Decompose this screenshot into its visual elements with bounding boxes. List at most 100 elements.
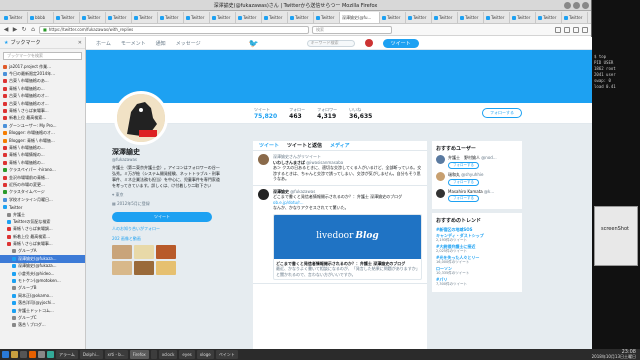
- media-thumb[interactable]: [156, 261, 176, 275]
- suggested-user[interactable]: Masahiro Kamata @k... フォローする: [436, 189, 518, 202]
- bookmark-item[interactable]: グーンユーザー: My Pro...: [0, 122, 85, 129]
- back-icon[interactable]: ◀: [3, 26, 9, 33]
- small-window[interactable]: [594, 206, 638, 266]
- browser-tab[interactable]: Twitter: [432, 12, 458, 23]
- bookmark-item[interactable]: 弁護士ドットコム...: [0, 307, 85, 314]
- firefox-window[interactable]: 深澤諭史(@fukazawas)さん | Twitterから送信せらつー Moz…: [0, 0, 592, 349]
- library-icon[interactable]: [555, 26, 561, 33]
- followers-you-know-link[interactable]: 人のお知り合いがフォロー: [112, 226, 222, 232]
- taskbar-item[interactable]: xclock: [158, 350, 178, 359]
- twitter-search-input[interactable]: キーワード検索: [306, 39, 355, 47]
- browser-tab[interactable]: Twitter: [406, 12, 432, 23]
- trend-item[interactable]: #大統領弁護士に接近 2,025件のツイート: [436, 244, 518, 254]
- taskbar-item[interactable]: xloge: [196, 350, 214, 359]
- profile-stat[interactable]: フォロー 463: [289, 107, 305, 120]
- nav-notifications[interactable]: 通知: [156, 40, 166, 47]
- follow-user-button[interactable]: フォローする: [448, 179, 479, 186]
- bookmark-item[interactable]: 青帳 \ さらば来場調...: [0, 226, 85, 233]
- forward-icon[interactable]: ▶: [12, 26, 18, 33]
- bookmark-item[interactable]: Twitterの気配な検索: [0, 218, 85, 225]
- browser-search-input[interactable]: 検索: [312, 25, 392, 34]
- browser-tab[interactable]: Twitter: [158, 12, 184, 23]
- menu-icon[interactable]: [582, 26, 588, 33]
- follow-user-button[interactable]: フォローする: [448, 195, 479, 202]
- taskbar-item[interactable]: アラーム: [56, 350, 78, 359]
- bookmark-item[interactable]: 新着上位 最高検索...: [0, 115, 85, 122]
- bookmark-item[interactable]: グループC: [0, 314, 85, 321]
- profile-stat[interactable]: いいね 36,635: [349, 107, 372, 120]
- tweet[interactable]: 深澤諭史さんがリツイート いわしさんまさば @iwasisanmasaba あ＞…: [253, 151, 427, 186]
- close-button[interactable]: [582, 2, 589, 9]
- mail-icon[interactable]: [47, 351, 54, 358]
- user-avatar[interactable]: [436, 189, 445, 198]
- browser-tab[interactable]: Twitter: [484, 12, 510, 23]
- media-thumb[interactable]: [134, 245, 154, 259]
- bookmark-item[interactable]: 今日の最新限定2014年...: [0, 70, 85, 77]
- tweet-avatar[interactable]: [258, 154, 269, 165]
- sidebar-icon[interactable]: [564, 26, 570, 33]
- browser-tab[interactable]: Twitter: [210, 12, 236, 23]
- bookmark-item[interactable]: 古東 \ 市場価格のオ...: [0, 93, 85, 100]
- bookmark-item[interactable]: モトケン(@motoken...: [0, 277, 85, 284]
- reload-icon[interactable]: ↻: [21, 26, 27, 33]
- active-browser-tab[interactable]: 深澤諭史(@fu...: [340, 12, 380, 23]
- trend-item[interactable]: ローソン 10,335件のツイート: [436, 266, 518, 276]
- bookmark-item[interactable]: 近所の市場の変更...: [0, 181, 85, 188]
- bookmark-item[interactable]: 青帳 \ 市場情報の...: [0, 152, 85, 159]
- profile-handle[interactable]: @fukazawas: [112, 157, 222, 162]
- browser-tab[interactable]: Twitter: [106, 12, 132, 23]
- bookmark-item[interactable]: 小倉秀夫(@hideo...: [0, 270, 85, 277]
- media-thumb[interactable]: [112, 261, 132, 275]
- bookmark-item[interactable]: 学校オンライン月曜日...: [0, 196, 85, 203]
- profile-stat[interactable]: フォロワー 4,319: [317, 107, 337, 120]
- tweet[interactable]: 深澤諭史 @fukazawas どこまで書くと発信者情報開示されるのか？：弁護士…: [253, 186, 427, 284]
- tweet-button[interactable]: ツイート: [382, 38, 419, 48]
- twitter-bird-icon[interactable]: 🐦: [249, 39, 259, 48]
- settings-icon[interactable]: [38, 351, 45, 358]
- bookmark-item[interactable]: 青帳 \ 市場価格の...: [0, 144, 85, 151]
- terminal-window[interactable]: $ top PID USER 1862 root 2041 user swap:…: [592, 0, 640, 349]
- home-icon[interactable]: ⌂: [30, 26, 36, 33]
- download-icon[interactable]: [573, 26, 579, 33]
- browser-tab[interactable]: Twitter: [132, 12, 158, 23]
- browser-tab[interactable]: Twitter: [54, 12, 80, 23]
- url-bar[interactable]: ■ https://twitter.com/fukazawas/with_repl…: [39, 25, 309, 34]
- trend-item[interactable]: #新宿区の地域SOS: [436, 227, 518, 232]
- nav-home[interactable]: ホーム: [96, 40, 111, 47]
- sidebar-header[interactable]: ★ ブックマーク ✕: [0, 37, 85, 49]
- bookmark-item[interactable]: Blogger: 青帳 \ 市場価...: [0, 137, 85, 144]
- trend-item[interactable]: キャンディ・ダストシップ 2,193件のツイート: [436, 233, 518, 243]
- follow-button[interactable]: フォローする: [482, 108, 522, 118]
- media-link[interactable]: 202 画像と動画: [112, 236, 222, 242]
- tab-tweets[interactable]: ツイート: [259, 142, 279, 149]
- close-icon[interactable]: ✕: [78, 40, 82, 46]
- bookmark-item[interactable]: Blogger: 市場価格のオ...: [0, 130, 85, 137]
- minimize-button[interactable]: [564, 2, 571, 9]
- suggested-user[interactable]: 弁護士 野村諭人 @nod... フォローする: [436, 155, 518, 169]
- bookmark-item[interactable]: 深澤諭史(@fukaza...: [0, 263, 85, 270]
- bookmark-item[interactable]: 落合洋司(@yjochi...: [0, 300, 85, 307]
- bookmark-item[interactable]: 青帳 \ さらば来場事...: [0, 107, 85, 114]
- clock[interactable]: 23:08 2018年10月13日土曜日: [592, 350, 636, 359]
- media-thumb[interactable]: [156, 245, 176, 259]
- browser-tab[interactable]: Twitter: [236, 12, 262, 23]
- bookmark-item[interactable]: 落合 \ ブログ...: [0, 322, 85, 329]
- bookmark-item[interactable]: 深澤諭史(@fukaza...: [0, 255, 85, 263]
- taskbar-item[interactable]: Firefox: [129, 350, 149, 359]
- browser-icon[interactable]: [29, 351, 36, 358]
- link-card[interactable]: livedoor Blog どこまで書くと発信者情報開示されるのか？：弁護士 深澤…: [273, 213, 422, 280]
- browser-tab[interactable]: Twitter: [314, 12, 340, 23]
- tweet-avatar[interactable]: [258, 188, 269, 200]
- bookmark-item[interactable]: 金沢市場場前の青帳...: [0, 174, 85, 181]
- profile-name[interactable]: 深澤諭史: [112, 147, 222, 157]
- browser-tab[interactable]: Twitter: [288, 12, 314, 23]
- taskbar-item[interactable]: eyes: [179, 350, 195, 359]
- bookmark-item[interactable]: 古東 \ 市場価格のオ...: [0, 100, 85, 107]
- nav-messages[interactable]: メッセージ: [176, 40, 201, 47]
- bookmark-search-input[interactable]: ブックマークを検索: [3, 52, 82, 60]
- taskbar-item[interactable]: Dolphi...: [79, 350, 103, 359]
- bookmark-item[interactable]: 弁護士: [0, 211, 85, 218]
- tab-media[interactable]: メディア: [330, 142, 350, 149]
- media-thumb[interactable]: [134, 261, 154, 275]
- browser-tab[interactable]: Twitter: [380, 12, 406, 23]
